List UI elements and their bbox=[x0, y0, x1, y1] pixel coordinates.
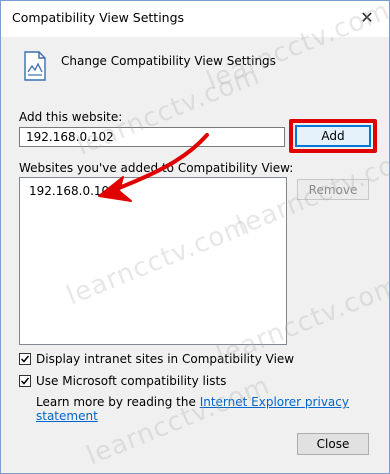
websites-list[interactable]: 192.168.0.102 bbox=[19, 177, 287, 345]
window-title: Compatibility View Settings bbox=[12, 10, 185, 25]
header-title: Change Compatibility View Settings bbox=[61, 54, 276, 68]
close-icon[interactable]: ✕ bbox=[345, 1, 389, 33]
title-bar: Compatibility View Settings ✕ bbox=[1, 1, 389, 37]
intranet-option-label: Display intranet sites in Compatibility … bbox=[36, 352, 295, 366]
intranet-checkbox[interactable] bbox=[19, 353, 31, 365]
dialog-window: Compatibility View Settings ✕ Change Com… bbox=[0, 0, 390, 474]
ms-lists-checkbox[interactable] bbox=[19, 375, 31, 387]
remove-button[interactable]: Remove bbox=[297, 179, 369, 200]
ms-lists-option-label: Use Microsoft compatibility lists bbox=[36, 374, 227, 388]
website-input[interactable] bbox=[19, 127, 285, 147]
checkmark-icon bbox=[20, 355, 30, 363]
list-item[interactable]: 192.168.0.102 bbox=[29, 184, 117, 198]
add-website-label: Add this website: bbox=[19, 110, 123, 124]
dialog-body: Change Compatibility View Settings Add t… bbox=[1, 37, 389, 473]
close-button[interactable]: Close bbox=[297, 433, 369, 455]
document-icon bbox=[24, 51, 46, 81]
learn-more-text: Learn more by reading the Internet Explo… bbox=[36, 395, 389, 423]
add-button[interactable]: Add bbox=[295, 125, 371, 147]
learn-more-prefix: Learn more by reading the bbox=[36, 395, 200, 409]
added-websites-label: Websites you've added to Compatibility V… bbox=[19, 161, 294, 175]
checkmark-icon bbox=[20, 377, 30, 385]
